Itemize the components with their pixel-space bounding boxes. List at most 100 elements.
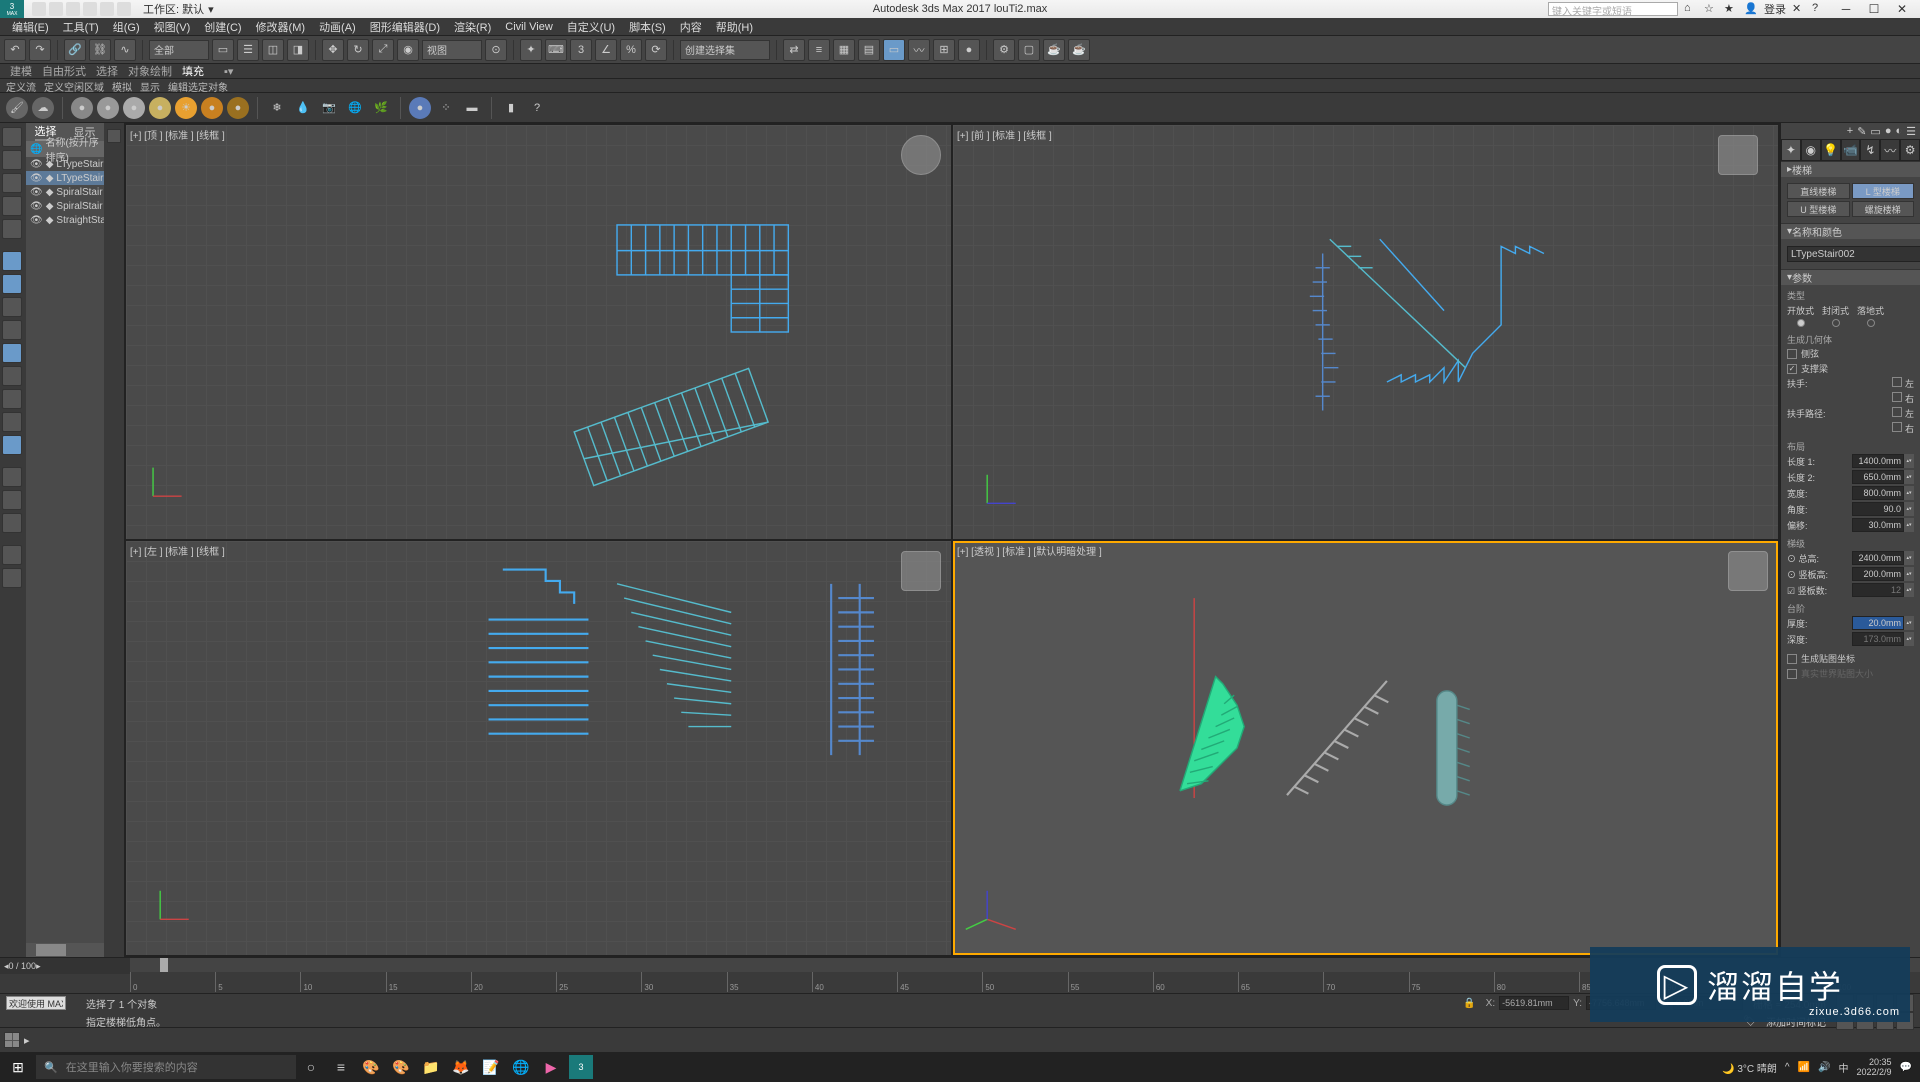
pivot-button[interactable]: ⊙ <box>485 39 507 61</box>
undo-icon[interactable] <box>83 2 97 16</box>
app1-icon[interactable]: 🎨 <box>359 1055 383 1079</box>
percent-snap-button[interactable]: % <box>620 39 642 61</box>
workspace-dropdown[interactable]: 工作区: 默认 <box>143 1 204 17</box>
spinner-icon[interactable]: ▴▾ <box>1904 567 1914 581</box>
lt-f5[interactable] <box>2 219 22 239</box>
ribbon-modeling[interactable]: 建模 <box>10 63 32 79</box>
rotate-button[interactable]: ↻ <box>347 39 369 61</box>
sub-simulate[interactable]: 模拟 <box>112 79 132 92</box>
render-setup-button[interactable]: ⚙ <box>993 39 1015 61</box>
spinner-icon[interactable]: ▴▾ <box>1904 470 1914 484</box>
cat-help-icon[interactable]: ? <box>526 97 548 119</box>
named-selection-dropdown[interactable]: 创建选择集 <box>680 40 770 60</box>
3dsmax-taskbar-icon[interactable]: 3 <box>569 1055 593 1079</box>
tray-chevron-icon[interactable]: ^ <box>1785 1062 1790 1073</box>
radio-open[interactable] <box>1797 319 1805 327</box>
cat-planet-icon[interactable]: 🌐 <box>344 97 366 119</box>
select-name-button[interactable]: ☰ <box>237 39 259 61</box>
tray-ime-icon[interactable]: 中 <box>1839 1060 1849 1075</box>
menu-edit[interactable]: 编辑(E) <box>6 19 55 35</box>
sub-flow[interactable]: 定义流 <box>6 79 36 92</box>
link-button[interactable]: 🔗 <box>64 39 86 61</box>
app3-icon[interactable]: ▶ <box>539 1055 563 1079</box>
cat-sphere3-icon[interactable]: ● <box>123 97 145 119</box>
keyboard-button[interactable]: ⌨ <box>545 39 567 61</box>
rollout-namecolor-header[interactable]: ▾ 名称和颜色 <box>1781 223 1920 239</box>
notes-icon[interactable]: 📝 <box>479 1055 503 1079</box>
cat-sun-icon[interactable]: ☀ <box>175 97 197 119</box>
placement-button[interactable]: ◉ <box>397 39 419 61</box>
list-item[interactable]: 👁◆SpiralStair <box>26 185 104 199</box>
radio-box[interactable] <box>1867 319 1875 327</box>
sub-edit[interactable]: 编辑选定对象 <box>168 79 228 92</box>
cat-particles-icon[interactable]: ⁘ <box>435 97 457 119</box>
render-button[interactable]: ☕ <box>1043 39 1065 61</box>
menu-animation[interactable]: 动画(A) <box>313 19 362 35</box>
hierarchy-tab[interactable]: 💡 <box>1821 139 1841 161</box>
lt-f3[interactable] <box>2 173 22 193</box>
bind-button[interactable]: ∿ <box>114 39 136 61</box>
taskbar-search[interactable]: 🔍在这里输入你要搜索的内容 <box>36 1055 296 1079</box>
close-button[interactable]: ✕ <box>1888 0 1916 18</box>
list-item[interactable]: 👁◆SpiralStair <box>26 199 104 213</box>
subscription-icon[interactable]: ☆ <box>1704 2 1718 16</box>
cat-sphere1-icon[interactable]: ● <box>71 97 93 119</box>
lt-f14[interactable] <box>2 435 22 455</box>
manipulate-button[interactable]: ✦ <box>520 39 542 61</box>
viewport-label[interactable]: [+] [前 ] [标准 ] [线框 ] <box>957 127 1052 142</box>
start-button[interactable]: ⊞ <box>0 1052 36 1082</box>
menu-content[interactable]: 内容 <box>674 19 708 35</box>
width-input[interactable] <box>1852 486 1904 500</box>
spinner-icon[interactable]: ▴▾ <box>1904 583 1914 597</box>
thick-input[interactable] <box>1852 616 1904 630</box>
chk-hl-left[interactable] <box>1892 377 1902 387</box>
tray-network-icon[interactable]: 📶 <box>1798 1062 1810 1073</box>
spinner-icon[interactable]: ▴▾ <box>1904 616 1914 630</box>
tray-volume-icon[interactable]: 🔊 <box>1818 1062 1830 1073</box>
open-icon[interactable] <box>49 2 63 16</box>
help-search-input[interactable]: 键入关键字或短语 <box>1548 2 1678 16</box>
count-input[interactable] <box>1852 583 1904 597</box>
selection-filter-dropdown[interactable]: 全部 <box>149 40 209 60</box>
notifications-icon[interactable]: 💬 <box>1900 1062 1912 1073</box>
lt-f2[interactable] <box>2 150 22 170</box>
riser-input[interactable] <box>1852 567 1904 581</box>
viewport-label[interactable]: [+] [顶 ] [标准 ] [线框 ] <box>130 127 225 142</box>
viewport-front[interactable]: [+] [前 ] [标准 ] [线框 ] <box>953 125 1778 539</box>
chk-realsize[interactable] <box>1787 669 1797 679</box>
offset-input[interactable] <box>1852 518 1904 532</box>
spinner-icon[interactable]: ▴▾ <box>1904 551 1914 565</box>
lt-f8[interactable] <box>2 297 22 317</box>
menu-help[interactable]: 帮助(H) <box>710 19 759 35</box>
len2-input[interactable] <box>1852 470 1904 484</box>
ribbon-toggle-button[interactable]: ▭ <box>883 39 905 61</box>
render-iterative-button[interactable]: ☕ <box>1068 39 1090 61</box>
sub-idle[interactable]: 定义空闲区域 <box>44 79 104 92</box>
project-icon[interactable] <box>117 2 131 16</box>
menu-modifiers[interactable]: 修改器(M) <box>250 19 312 35</box>
chk-stringer[interactable] <box>1787 364 1797 374</box>
spinner-icon[interactable]: ▴▾ <box>1904 486 1914 500</box>
angle-snap-button[interactable]: ∠ <box>595 39 617 61</box>
taskview-icon[interactable]: ○ <box>299 1055 323 1079</box>
cmd-snap-icon[interactable]: ▭ <box>1870 125 1880 137</box>
menu-views[interactable]: 视图(V) <box>148 19 197 35</box>
lt-f18[interactable] <box>2 545 22 565</box>
window-crossing-button[interactable]: ◨ <box>287 39 309 61</box>
lt-f16[interactable] <box>2 490 22 510</box>
cat-sphere6-icon[interactable]: ● <box>227 97 249 119</box>
coord-x-input[interactable] <box>1499 996 1569 1010</box>
modify-tab[interactable]: ◉ <box>1801 139 1821 161</box>
infocenter-icon[interactable]: ⌂ <box>1684 2 1698 16</box>
list-item[interactable]: 👁◆LTypeStair <box>26 171 104 185</box>
ribbon-populate[interactable]: 填充 <box>182 63 204 79</box>
exchange-icon[interactable]: ✕ <box>1792 2 1806 16</box>
menu-customize[interactable]: 自定义(U) <box>561 19 621 35</box>
motion-tab[interactable]: 📹 <box>1841 139 1861 161</box>
spiral-stair-button[interactable]: 螺旋楼梯 <box>1852 201 1915 217</box>
scene-explorer-hscroll[interactable] <box>26 943 104 957</box>
lt-f12[interactable] <box>2 389 22 409</box>
lt-f10[interactable] <box>2 343 22 363</box>
edge-icon[interactable]: 🌐 <box>509 1055 533 1079</box>
viewport-perspective[interactable]: [+] [透视 ] [标准 ] [默认明暗处理 ] <box>953 541 1778 955</box>
